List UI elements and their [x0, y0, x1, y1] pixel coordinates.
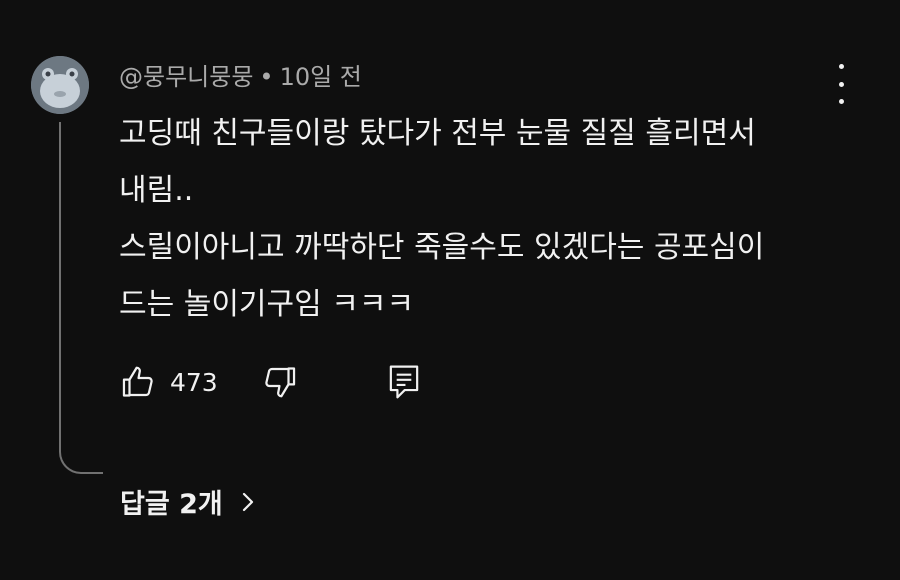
view-replies-button[interactable]: 답글 2개: [120, 482, 255, 521]
avatar[interactable]: [31, 56, 89, 114]
comment-line: 내림..: [119, 173, 194, 208]
avatar-image: [31, 56, 89, 114]
author-name[interactable]: @뭉무니뭉뭉: [119, 63, 253, 91]
comment-actions: 473: [120, 360, 422, 404]
thread-connector-line: [59, 122, 103, 474]
header-separator: •: [259, 63, 274, 91]
like-count: 473: [170, 367, 218, 397]
comment-line: 스릴이아니고 까딱하단 죽을수도 있겠다는 공포심이: [119, 230, 765, 265]
reply-button[interactable]: [386, 363, 422, 401]
comment-header: @뭉무니뭉뭉 • 10일 전: [119, 57, 362, 92]
thumbs-down-icon: [265, 367, 295, 398]
dislike-button[interactable]: [260, 363, 298, 401]
more-vert-icon[interactable]: [826, 64, 856, 104]
comment-line: 드는 놀이기구임 ㅋㅋㅋ: [119, 287, 415, 322]
chevron-right-icon: [242, 492, 253, 511]
comment-line: 고딩때 친구들이랑 탔다가 전부 눈물 질질 흘리면서: [119, 116, 756, 151]
like-button[interactable]: 473: [120, 363, 218, 401]
comment-body: 고딩때 친구들이랑 탔다가 전부 눈물 질질 흘리면서 내림.. 스릴이아니고 …: [119, 105, 819, 333]
thumbs-up-icon: [122, 366, 153, 397]
comment-icon: [389, 365, 418, 399]
comment-timestamp[interactable]: 10일 전: [280, 63, 362, 91]
comment-thread: @뭉무니뭉뭉 • 10일 전 고딩때 친구들이랑 탔다가 전부 눈물 질질 흘리면서…: [0, 0, 900, 580]
replies-label: 답글 2개: [120, 489, 223, 520]
